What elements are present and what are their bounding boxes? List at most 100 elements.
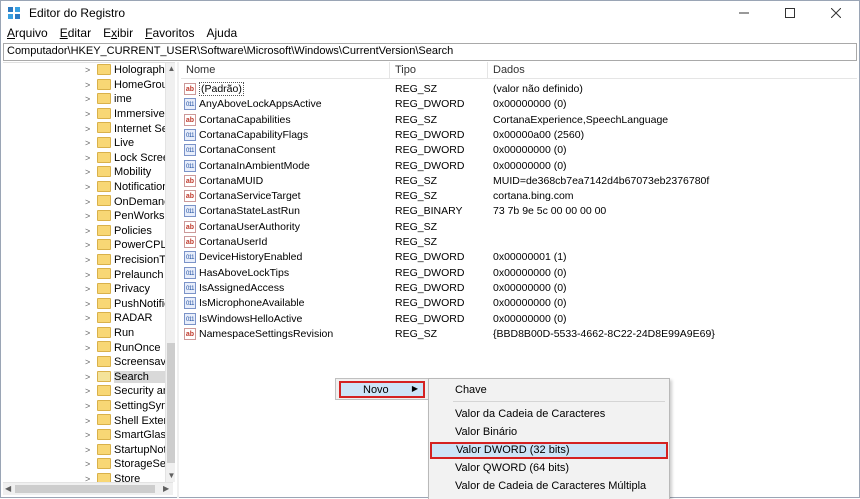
tree-item[interactable]: > StartupNot — [3, 443, 166, 458]
tree-item[interactable]: > Notification — [3, 180, 166, 195]
tree-item[interactable]: > StorageSen — [3, 457, 166, 472]
expand-chevron-icon[interactable]: > — [85, 474, 93, 482]
expand-chevron-icon[interactable]: > — [85, 284, 93, 294]
expand-chevron-icon[interactable]: > — [85, 372, 93, 382]
menu-exibir[interactable]: Exibir — [97, 25, 139, 43]
expand-chevron-icon[interactable]: > — [85, 211, 93, 221]
expand-chevron-icon[interactable]: > — [85, 313, 93, 323]
expand-chevron-icon[interactable]: > — [85, 328, 93, 338]
pane-splitter[interactable] — [177, 62, 179, 498]
tree-item[interactable]: > Privacy — [3, 282, 165, 297]
submenu-item[interactable]: Valor da Cadeia de Caracteres — [429, 406, 669, 423]
value-row[interactable]: ab CortanaCapabilities REG_SZ CortanaExperi… — [181, 113, 857, 128]
value-row[interactable]: 011 AnyAboveLockAppsActive REG_DWORD 0x0000… — [181, 97, 857, 112]
tree-item[interactable]: > SettingSync — [3, 399, 166, 414]
expand-chevron-icon[interactable]: > — [85, 167, 93, 177]
expand-chevron-icon[interactable]: > — [85, 299, 93, 309]
tree-item[interactable]: > PenWorksp — [3, 209, 166, 224]
expand-chevron-icon[interactable]: > — [85, 255, 93, 265]
expand-chevron-icon[interactable]: > — [85, 459, 93, 469]
submenu-item[interactable]: Chave — [429, 382, 669, 399]
value-row[interactable]: 011 CortanaInAmbientMode REG_DWORD 0x000000… — [181, 159, 857, 174]
tree-item[interactable]: > Shell Extens — [3, 413, 166, 428]
expand-chevron-icon[interactable]: > — [85, 94, 93, 104]
menu-favoritos[interactable]: Favoritos — [139, 25, 200, 43]
expand-chevron-icon[interactable]: > — [85, 357, 93, 367]
value-row[interactable]: ab CortanaMUID REG_SZ MUID=de368cb7ea7142d4… — [181, 174, 857, 189]
expand-chevron-icon[interactable]: > — [85, 197, 93, 207]
tree-item[interactable]: > Internet Set — [3, 121, 166, 136]
expand-chevron-icon[interactable]: > — [85, 226, 93, 236]
column-divider[interactable] — [389, 62, 390, 79]
tree-item[interactable]: > Lock Screer — [3, 151, 166, 166]
value-row[interactable]: 011 IsMicrophoneAvailable REG_DWORD 0x00000… — [181, 296, 857, 311]
menu-arquivo[interactable]: Arquivo — [1, 25, 54, 43]
expand-chevron-icon[interactable]: > — [85, 416, 93, 426]
column-header-type[interactable]: Tipo — [395, 64, 416, 76]
scroll-thumb[interactable] — [167, 343, 175, 463]
value-row[interactable]: 011 DeviceHistoryEnabled REG_DWORD 0x000000… — [181, 250, 857, 265]
value-row[interactable]: 011 IsWindowsHelloActive REG_DWORD 0x000000… — [181, 312, 857, 327]
expand-chevron-icon[interactable]: > — [85, 65, 93, 75]
tree-item[interactable]: > RADAR — [3, 311, 165, 326]
expand-chevron-icon[interactable]: > — [85, 138, 93, 148]
h-scroll-thumb[interactable] — [15, 485, 155, 493]
submenu-item[interactable]: Valor QWORD (64 bits) — [429, 460, 669, 477]
value-row[interactable]: 011 IsAssignedAccess REG_DWORD 0x00000000 (… — [181, 281, 857, 296]
tree-vertical-scrollbar[interactable]: ▲ ▼ — [165, 63, 175, 482]
tree-item[interactable]: > Security an — [3, 384, 166, 399]
expand-chevron-icon[interactable]: > — [85, 270, 93, 280]
column-header-data[interactable]: Dados — [493, 64, 525, 76]
value-row[interactable]: ab CortanaServiceTarget REG_SZ cortana.bing… — [181, 189, 857, 204]
tree-item[interactable]: > Search — [3, 370, 166, 385]
tree-item[interactable]: > PushNotific — [3, 297, 166, 312]
expand-chevron-icon[interactable]: > — [85, 240, 93, 250]
maximize-button[interactable] — [767, 1, 813, 25]
tree-item[interactable]: > RunOnce — [3, 340, 165, 355]
menu-ajuda[interactable]: Ajuda — [200, 25, 243, 43]
column-header-name[interactable]: Nome — [186, 64, 215, 76]
value-row[interactable]: ab CortanaUserId REG_SZ — [181, 235, 857, 250]
scroll-right-icon[interactable]: ▶ — [163, 484, 169, 493]
expand-chevron-icon[interactable]: > — [85, 124, 93, 134]
menu-editar[interactable]: Editar — [54, 25, 97, 43]
scroll-left-icon[interactable]: ◀ — [5, 484, 11, 493]
tree-item[interactable]: > Holographi — [3, 63, 166, 78]
tree-item[interactable]: > Policies — [3, 224, 165, 239]
tree-item[interactable]: > PrecisionTc — [3, 253, 166, 268]
value-row[interactable]: ab CortanaUserAuthority REG_SZ — [181, 220, 857, 235]
submenu-item[interactable]: Valor de Cadeia de Caracteres Múltipla — [429, 478, 669, 495]
value-row[interactable]: 011 CortanaStateLastRun REG_BINARY 73 7b 9e… — [181, 204, 857, 219]
tree-item[interactable]: > SmartGlass — [3, 428, 166, 443]
expand-chevron-icon[interactable]: > — [85, 153, 93, 163]
value-row[interactable]: ab NamespaceSettingsRevision REG_SZ {BBD8B0… — [181, 327, 857, 342]
value-row[interactable]: ab (Padrão) REG_SZ (valor não definido) — [181, 82, 857, 97]
tree-item[interactable]: > PowerCPL — [3, 238, 166, 253]
expand-chevron-icon[interactable]: > — [85, 109, 93, 119]
expand-chevron-icon[interactable]: > — [85, 386, 93, 396]
value-row[interactable]: 011 CortanaCapabilityFlags REG_DWORD 0x0000… — [181, 128, 857, 143]
tree-item[interactable]: > HomeGrou — [3, 78, 166, 93]
expand-chevron-icon[interactable]: > — [85, 343, 93, 353]
tree-item[interactable]: > ImmersiveS — [3, 107, 166, 122]
tree-item[interactable]: > OnDemanc — [3, 194, 166, 209]
minimize-button[interactable] — [721, 1, 767, 25]
submenu-item[interactable]: Valor Binário — [429, 424, 669, 441]
tree-item[interactable]: > Store — [3, 472, 165, 482]
submenu-item[interactable]: Valor DWORD (32 bits) — [430, 442, 668, 459]
tree-item[interactable]: > Live — [3, 136, 165, 151]
expand-chevron-icon[interactable]: > — [85, 445, 93, 455]
tree-horizontal-scrollbar[interactable]: ◀ ▶ — [3, 482, 173, 495]
scroll-up-icon[interactable]: ▲ — [166, 64, 175, 73]
expand-chevron-icon[interactable]: > — [85, 182, 93, 192]
context-menu-item-new[interactable]: Novo ▶ — [339, 381, 425, 398]
address-bar[interactable]: Computador\HKEY_CURRENT_USER\Software\Mi… — [3, 43, 857, 61]
title-bar[interactable]: Editor do Registro — [1, 1, 859, 25]
expand-chevron-icon[interactable]: > — [85, 430, 93, 440]
close-button[interactable] — [813, 1, 859, 25]
tree-item[interactable]: > Run — [3, 326, 165, 341]
tree-item[interactable]: > Prelaunch — [3, 267, 165, 282]
column-divider[interactable] — [487, 62, 488, 79]
expand-chevron-icon[interactable]: > — [85, 80, 93, 90]
expand-chevron-icon[interactable]: > — [85, 401, 93, 411]
